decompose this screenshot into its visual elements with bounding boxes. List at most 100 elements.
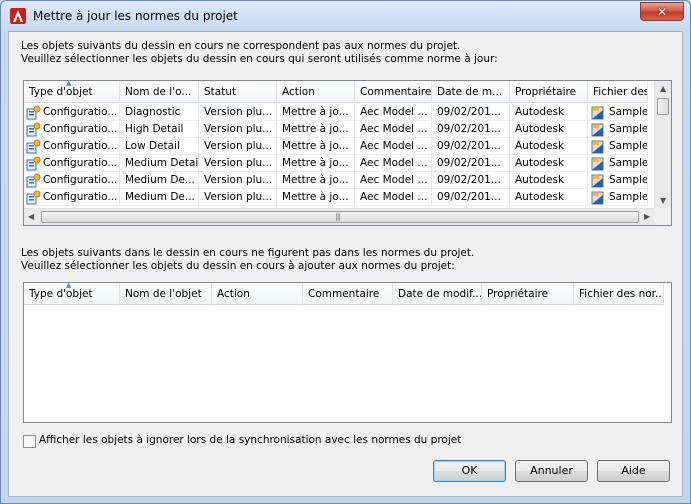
table-row[interactable]: Configuratio... Medium De... Version plu..… (24, 189, 648, 206)
show-ignored-checkbox[interactable] (23, 435, 36, 448)
mismatch-objects-list[interactable]: Type d'objet ▲ Nom de l'o... Statut Action Co… (23, 80, 672, 226)
table-cell: Autodesk (510, 104, 588, 121)
table-row[interactable]: Configuratio... Medium Detail Version plu.… (24, 155, 648, 172)
ok-button[interactable]: OK (433, 460, 506, 482)
cell-text: Sample P (609, 174, 648, 186)
table-cell: Sample P (588, 189, 648, 206)
column-header-label: Date de modif... (398, 288, 482, 300)
table-cell: Configuratio... (24, 138, 120, 155)
table-cell: Autodesk (510, 155, 588, 172)
cell-text: 09/02/201... (437, 123, 501, 135)
table-cell: Autodesk (510, 172, 588, 189)
table-cell: 09/02/201... (432, 104, 510, 121)
missing-col-header-5[interactable]: Propriétaire (482, 283, 574, 305)
display-configuration-icon (26, 122, 41, 137)
missing-list-header: Type d'objet ▲ Nom de l'objet Action Comment… (24, 283, 664, 305)
table-cell: Aec Model ... (355, 121, 432, 138)
column-header-label: Commentaire (308, 288, 380, 300)
cell-text: Low Detail (125, 140, 180, 152)
mismatch-vertical-scrollbar[interactable]: ▲ ▼ (654, 81, 671, 209)
table-cell: Configuratio... (24, 121, 120, 138)
table-row[interactable]: Configuratio... High Detail Version plu...… (24, 121, 648, 138)
table-cell: Configuratio... (24, 172, 120, 189)
mismatch-col-header-6[interactable]: Propriétaire (510, 81, 588, 103)
table-cell: 09/02/201... (432, 189, 510, 206)
close-button[interactable]: ✕ (640, 2, 684, 21)
show-ignored-label[interactable]: Afficher les objets à ignorer lors de la… (39, 434, 461, 446)
scroll-down-arrow-icon[interactable]: ▼ (660, 196, 666, 205)
scroll-grip-icon: ||| (335, 212, 341, 221)
cell-text: Configuratio... (43, 191, 118, 203)
cell-text: Aec Model ... (360, 140, 428, 152)
table-cell: Low Detail (120, 138, 199, 155)
cell-text: Mettre à jo... (282, 106, 349, 118)
cell-text: Aec Model ... (360, 106, 428, 118)
table-cell: Mettre à jo... (277, 121, 355, 138)
standards-file-icon (591, 106, 604, 120)
table-cell: Medium De... (120, 189, 199, 206)
table-cell: 09/02/201... (432, 172, 510, 189)
dialog-window: Mettre à jour les normes du projet ✕ Les… (0, 0, 691, 504)
table-cell: Sample P (588, 172, 648, 189)
autocad-logo-icon (10, 8, 26, 24)
cell-text: Version plu... (204, 191, 273, 203)
mismatch-col-header-5[interactable]: Date de m... (432, 81, 510, 103)
cell-text: Medium De... (125, 191, 195, 203)
column-header-label: Nom de l'o... (125, 86, 192, 98)
missing-col-header-1[interactable]: Nom de l'objet (120, 283, 212, 305)
cell-text: Sample P (609, 191, 648, 203)
cell-text: Autodesk (515, 191, 565, 203)
standards-file-icon (591, 123, 604, 137)
cell-text: Autodesk (515, 123, 565, 135)
sort-ascending-icon: ▲ (66, 283, 72, 289)
table-row[interactable]: Configuratio... Medium De... Version plu..… (24, 172, 648, 189)
cell-text: Version plu... (204, 174, 273, 186)
mismatch-col-header-1[interactable]: Nom de l'o... (120, 81, 199, 103)
standards-file-icon (591, 157, 604, 171)
table-cell: Version plu... (199, 189, 277, 206)
scroll-left-arrow-icon[interactable]: ◀ (28, 212, 34, 221)
missing-col-header-0[interactable]: Type d'objet ▲ (24, 283, 120, 305)
cell-text: Configuratio... (43, 123, 118, 135)
table-cell: Medium Detail (120, 155, 199, 172)
mismatch-col-header-2[interactable]: Statut (199, 81, 277, 103)
title-bar[interactable]: Mettre à jour les normes du projet ✕ (1, 1, 690, 31)
table-cell: Configuratio... (24, 104, 120, 121)
column-header-label: Fichier des ... (593, 86, 648, 98)
cell-text: 09/02/201... (437, 140, 501, 152)
missing-description-line2: Veuillez sélectionner les objets du dess… (21, 260, 455, 272)
help-button[interactable]: Aide (597, 460, 670, 482)
table-cell: Mettre à jo... (277, 104, 355, 121)
cell-text: Medium Detail (125, 157, 199, 169)
column-header-label: Nom de l'objet (125, 288, 202, 300)
cell-text: Configuratio... (43, 157, 118, 169)
cancel-button[interactable]: Annuler (515, 460, 588, 482)
scroll-up-arrow-icon[interactable]: ▲ (660, 84, 666, 93)
vertical-scroll-thumb[interactable] (657, 98, 669, 115)
table-cell: 09/02/201... (432, 138, 510, 155)
mismatch-horizontal-scrollbar[interactable]: ◀ ||| ▶ (24, 208, 655, 225)
missing-objects-list[interactable]: Type d'objet ▲ Nom de l'objet Action Comment… (23, 282, 672, 423)
mismatch-col-header-4[interactable]: Commentaire (355, 81, 432, 103)
mismatch-col-header-0[interactable]: Type d'objet ▲ (24, 81, 120, 103)
table-cell: Aec Model ... (355, 189, 432, 206)
table-row[interactable]: Configuratio... Low Detail Version plu... M… (24, 138, 648, 155)
mismatch-col-header-7[interactable]: Fichier des ... (588, 81, 648, 103)
cell-text: Autodesk (515, 157, 565, 169)
missing-description-line1: Les objets suivants dans le dessin en co… (21, 247, 475, 259)
missing-col-header-4[interactable]: Date de modif... (393, 283, 482, 305)
table-cell: Sample P (588, 121, 648, 138)
missing-col-header-2[interactable]: Action (212, 283, 303, 305)
mismatch-list-header: Type d'objet ▲ Nom de l'o... Statut Action Co… (24, 81, 648, 103)
cell-text: Diagnostic (125, 106, 181, 118)
horizontal-scroll-thumb[interactable]: ||| (41, 211, 639, 223)
mismatch-col-header-3[interactable]: Action (277, 81, 355, 103)
cell-text: Autodesk (515, 140, 565, 152)
table-row[interactable]: Configuratio... Diagnostic Version plu... M… (24, 104, 648, 121)
cell-text: Configuratio... (43, 140, 118, 152)
table-cell: 09/02/201... (432, 155, 510, 172)
missing-col-header-3[interactable]: Commentaire (303, 283, 393, 305)
missing-col-header-6[interactable]: Fichier des nor... (574, 283, 664, 305)
scroll-right-arrow-icon[interactable]: ▶ (644, 212, 650, 221)
cell-text: 09/02/201... (437, 174, 501, 186)
